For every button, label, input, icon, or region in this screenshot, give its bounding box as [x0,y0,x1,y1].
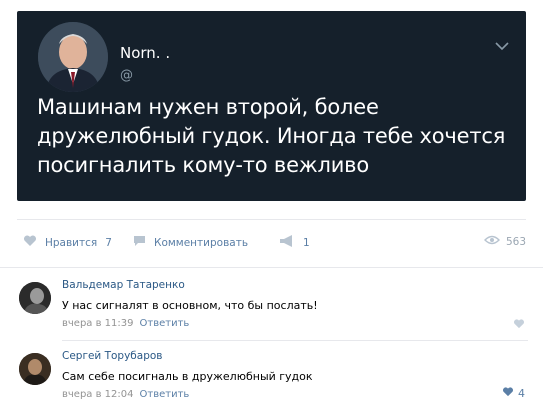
tweet-text: Машинам нужен второй, более дружелюбный … [37,95,506,177]
reply-button[interactable]: Ответить [140,389,190,400]
comment-like-count: 4 [518,387,525,400]
reply-button[interactable]: Ответить [140,318,190,329]
comment-author[interactable]: Вальдемар Татаренко [62,279,185,291]
comment-time[interactable]: вчера в 11:39 [62,318,134,329]
like-label: Нравится [45,236,98,249]
views-counter: 563 [483,235,526,248]
comment-meta: вчера в 11:39 Ответить [62,318,189,329]
tweet-author-handle[interactable]: @ [120,68,133,83]
comment-author[interactable]: Сергей Торубаров [62,350,163,362]
tweet-card: Norn. . @ Машинам нужен второй, более др… [17,11,526,201]
heart-icon [23,235,37,250]
comment-like-button[interactable] [513,319,525,332]
comment-meta: вчера в 12:04 Ответить [62,389,189,400]
tweet-author-name[interactable]: Norn. . [120,44,170,62]
comment-icon [133,235,146,250]
views-count: 563 [505,235,526,248]
like-count: 7 [105,236,112,249]
share-count: 1 [303,236,310,249]
tweet-author-avatar [38,22,108,92]
divider [0,267,543,268]
avatar[interactable] [19,282,51,314]
chevron-down-icon[interactable] [494,37,510,51]
comment-text: У нас сигналят в основном, что бы послат… [62,299,318,312]
comment-button[interactable]: Комментировать [133,235,248,250]
comment-like-button[interactable]: 4 [502,387,525,400]
heart-icon [513,319,525,332]
eye-icon [483,235,500,248]
heart-icon [502,387,514,400]
comment-time[interactable]: вчера в 12:04 [62,389,134,400]
share-button[interactable]: 1 [279,235,310,250]
divider [17,219,526,220]
megaphone-icon [279,235,295,250]
comment-text: Сам себе посигналь в дружелюбный гудок [62,370,313,383]
like-button[interactable]: Нравится 7 [23,235,112,250]
post-action-bar: Нравится 7 Комментировать 1 563 [17,232,526,254]
avatar[interactable] [19,353,51,385]
comment-label: Комментировать [154,236,249,249]
divider [62,340,528,341]
